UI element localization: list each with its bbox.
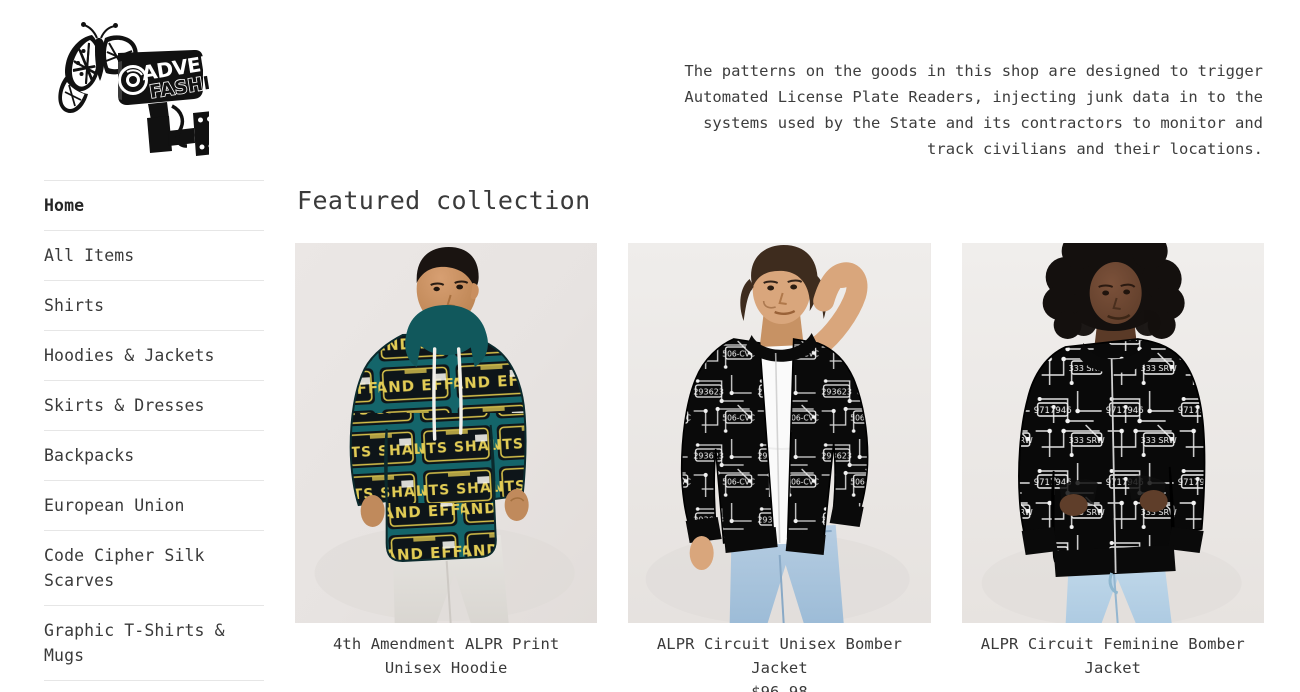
sidebar-item-shirts[interactable]: Shirts: [44, 281, 264, 331]
main-content: Featured collection 4th Amendment ALPR P…: [295, 180, 1264, 692]
adversarial-fashion-logo-icon: ADVERSARIAL FASHION: [58, 22, 209, 156]
product-title: ALPR Circuit Unisex Bomber Jacket: [656, 635, 903, 677]
sidebar-item-home[interactable]: Home: [44, 181, 264, 231]
hoodie-photo-illustration: AND EFF NTS SHAL: [295, 243, 598, 623]
site-logo[interactable]: ADVERSARIAL FASHION: [44, 14, 274, 165]
sidebar-item-code-cipher-silk-scarves[interactable]: Code Cipher Silk Scarves: [44, 531, 264, 606]
shop-tagline: The patterns on the goods in this shop a…: [684, 61, 1263, 158]
sidebar-item-skirts-dresses[interactable]: Skirts & Dresses: [44, 381, 264, 431]
page-title: Featured collection: [297, 186, 591, 215]
product-price: $96.98: [751, 683, 808, 692]
sidebar-item-all-items[interactable]: All Items: [44, 231, 264, 281]
site-header: ADVERSARIAL FASHION The patterns on the …: [0, 0, 1300, 180]
sidebar-item-backpacks[interactable]: Backpacks: [44, 431, 264, 481]
product-title: ALPR Circuit Feminine Bomber Jacket: [980, 635, 1245, 677]
product-grid: AND EFF NTS SHAL: [295, 243, 1264, 692]
sidebar-item-graphic-tshirts-mugs[interactable]: Graphic T-Shirts & Mugs: [44, 606, 264, 681]
product-card[interactable]: 9717946 333 SRW: [961, 243, 1264, 692]
sidebar-item-european-union[interactable]: European Union: [44, 481, 264, 531]
product-card[interactable]: AND EFF NTS SHAL: [295, 243, 598, 692]
product-image-bomber-feminine[interactable]: 9717946 333 SRW: [961, 243, 1264, 623]
product-image-hoodie[interactable]: AND EFF NTS SHAL: [295, 243, 598, 623]
bomber-jacket-female-photo-illustration: 9717946 333 SRW: [961, 243, 1264, 623]
page-root: ADVERSARIAL FASHION The patterns on the …: [0, 0, 1300, 692]
content-area: Home All Items Shirts Hoodies & Jackets …: [0, 180, 1300, 692]
bomber-jacket-male-photo-illustration: 293623 506-CVC: [628, 243, 931, 623]
sidebar-item-hoodies-jackets[interactable]: Hoodies & Jackets: [44, 331, 264, 381]
product-title: 4th Amendment ALPR Print Unisex Hoodie: [332, 635, 560, 677]
category-sidebar: Home All Items Shirts Hoodies & Jackets …: [44, 180, 264, 681]
product-image-bomber-unisex[interactable]: 293623 506-CVC: [628, 243, 931, 623]
product-card[interactable]: 293623 506-CVC: [628, 243, 931, 692]
